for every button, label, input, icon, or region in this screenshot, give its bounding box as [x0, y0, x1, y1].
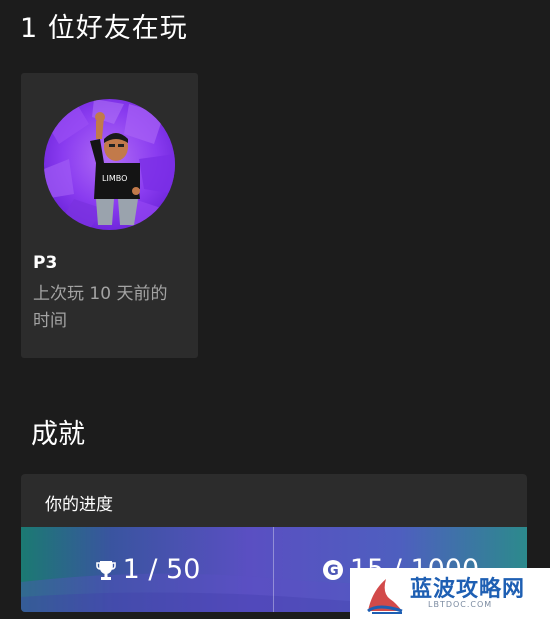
watermark-subtitle: LBTDOC.COM [428, 600, 493, 609]
svg-text:G: G [327, 563, 339, 579]
trophy-icon [95, 559, 117, 581]
site-watermark: 蓝波攻略网 LBTDOC.COM [350, 568, 550, 619]
achievements-title: 成就 [31, 419, 85, 450]
friend-avatar: LIMBO [44, 99, 175, 230]
friend-last-played: 上次玩 10 天前的时间 [33, 284, 168, 331]
progress-header: 你的进度 [45, 495, 113, 515]
achievements-count: 1 / 50 [122, 554, 201, 585]
friend-name: P3 [33, 253, 58, 273]
avatar-shirt-text: LIMBO [102, 174, 127, 183]
friend-card[interactable]: LIMBO P3 上次玩 10 天前的时间 [21, 73, 198, 358]
achievements-stat: 1 / 50 [21, 527, 274, 612]
site-logo-icon [362, 573, 406, 619]
watermark-title: 蓝波攻略网 [410, 577, 526, 602]
gamerscore-g-icon: G [322, 559, 344, 581]
friends-playing-title: 1 位好友在玩 [20, 13, 188, 44]
